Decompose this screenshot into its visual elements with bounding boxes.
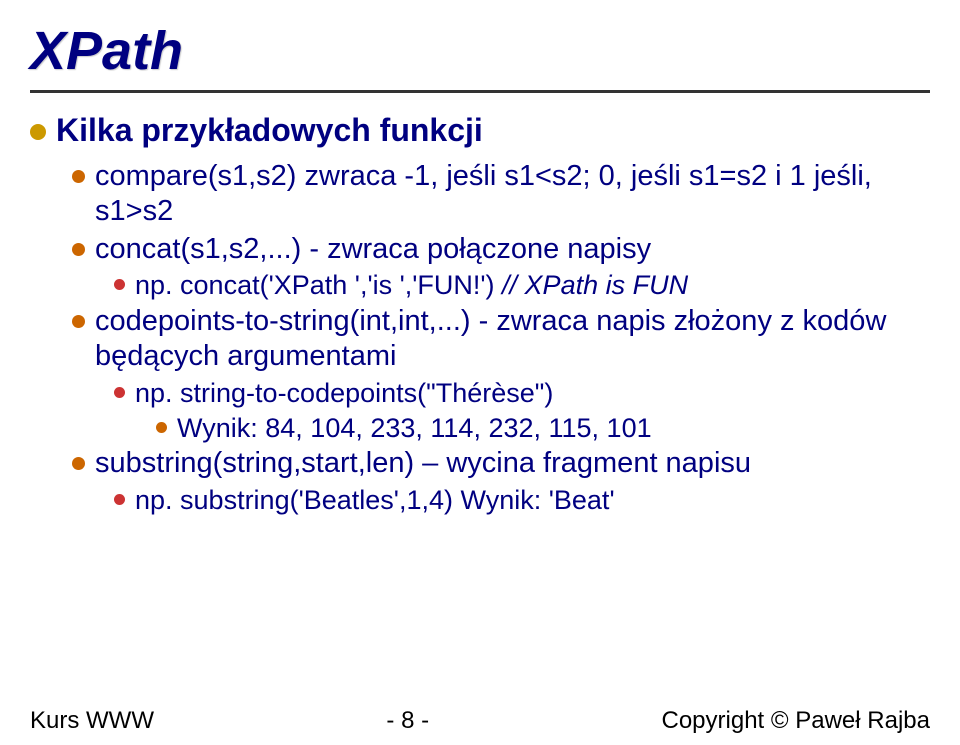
bullet-text: compare(s1,s2) zwraca -1, jeśli s1<s2; 0… (95, 159, 930, 230)
footer-left: Kurs WWW (30, 707, 154, 735)
bullet-icon (72, 243, 85, 256)
bullet-icon (72, 457, 85, 470)
bullet-text: Wynik: 84, 104, 233, 114, 232, 115, 101 (177, 412, 930, 444)
bullet-level2: compare(s1,s2) zwraca -1, jeśli s1<s2; 0… (72, 159, 930, 230)
bullet-text: np. string-to-codepoints("Thérèse") (135, 377, 930, 410)
slide-footer: Kurs WWW - 8 - Copyright © Paweł Rajba (0, 707, 960, 735)
slide-title: XPath (30, 20, 183, 82)
bullet-text: np. concat('XPath ','is ','FUN!') // XPa… (135, 269, 930, 302)
bullet-level4: Wynik: 84, 104, 233, 114, 232, 115, 101 (156, 412, 930, 444)
bullet-level2: codepoints-to-string(int,int,...) - zwra… (72, 304, 930, 375)
bullet-icon (72, 315, 85, 328)
slide: XPath Kilka przykładowych funkcji compar… (0, 0, 960, 745)
bullet-text: concat(s1,s2,...) - zwraca połączone nap… (95, 232, 930, 267)
title-rule (30, 90, 930, 93)
bullet-level3: np. concat('XPath ','is ','FUN!') // XPa… (114, 269, 930, 302)
footer-center: - 8 - (386, 707, 429, 735)
footer-right: Copyright © Paweł Rajba (662, 707, 930, 735)
bullet-level3: np. substring('Beatles',1,4) Wynik: 'Bea… (114, 484, 930, 517)
bullet-icon (114, 279, 125, 290)
bullet-level1: Kilka przykładowych funkcji (30, 112, 930, 149)
bullet-icon (114, 494, 125, 505)
slide-content: Kilka przykładowych funkcji compare(s1,s… (30, 108, 930, 518)
bullet-icon (114, 387, 125, 398)
bullet-text: codepoints-to-string(int,int,...) - zwra… (95, 304, 930, 375)
bullet-level2: substring(string,start,len) – wycina fra… (72, 446, 930, 481)
bullet-text: np. substring('Beatles',1,4) Wynik: 'Bea… (135, 484, 930, 517)
bullet-text: substring(string,start,len) – wycina fra… (95, 446, 930, 481)
bullet-icon (72, 170, 85, 183)
code-text: np. concat('XPath ','is ','FUN!') (135, 270, 502, 300)
bullet-icon (156, 422, 167, 433)
bullet-text: Kilka przykładowych funkcji (56, 112, 930, 149)
bullet-level3: np. string-to-codepoints("Thérèse") (114, 377, 930, 410)
comment-text: // XPath is FUN (502, 270, 688, 300)
bullet-level2: concat(s1,s2,...) - zwraca połączone nap… (72, 232, 930, 267)
bullet-icon (30, 124, 46, 140)
